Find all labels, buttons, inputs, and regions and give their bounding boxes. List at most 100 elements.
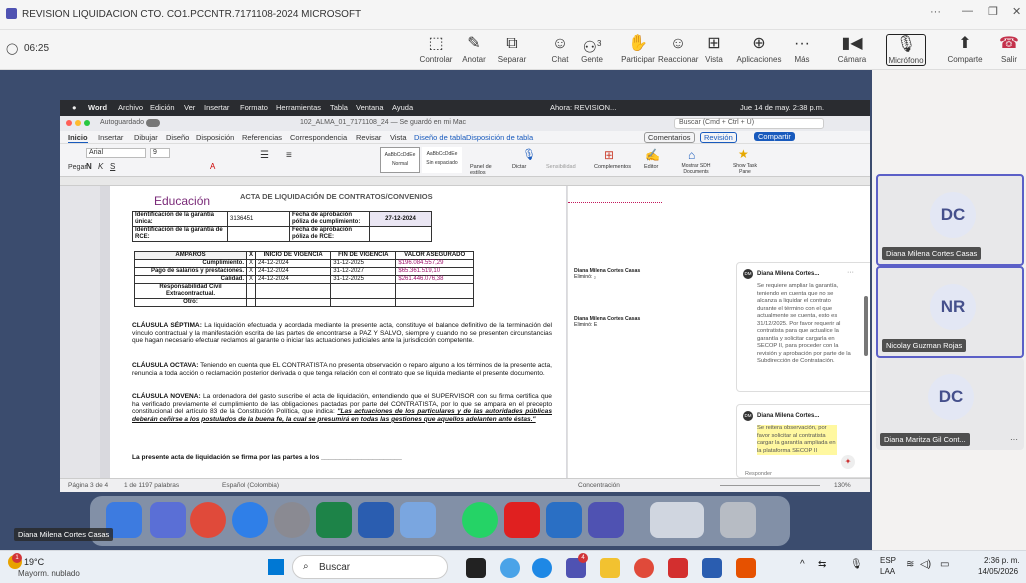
language-indicator[interactable]: Español (Colombia) xyxy=(222,482,279,489)
scrollbar-thumb[interactable] xyxy=(864,296,868,356)
react-button[interactable]: ☺ Reaccionar xyxy=(658,34,698,64)
tab-vista[interactable]: Vista xyxy=(390,133,407,142)
minimize-dot-icon[interactable] xyxy=(75,120,81,126)
taskview-icon[interactable] xyxy=(466,558,486,578)
close-dot-icon[interactable] xyxy=(66,120,72,126)
people-button[interactable]: ⚇3 Gente xyxy=(572,34,612,64)
copilot-icon[interactable]: ✦ xyxy=(841,455,855,469)
restore-icon[interactable]: ❐ xyxy=(988,5,998,18)
align-icon[interactable]: ≡ xyxy=(286,150,292,161)
menu-edicion[interactable]: Edición xyxy=(150,103,175,112)
share-button[interactable]: ⬆ Comparte xyxy=(940,34,990,64)
close-icon[interactable]: ✕ xyxy=(1012,5,1021,18)
word-icon[interactable] xyxy=(358,502,394,538)
annotate-button[interactable]: ✎ Anotar xyxy=(454,34,494,64)
teams-dock-icon[interactable] xyxy=(588,502,624,538)
tab-diseno-tabla[interactable]: Diseño de tabla xyxy=(414,133,466,142)
comments-button[interactable]: Comentarios xyxy=(644,132,695,143)
dictate-button[interactable]: Dictar xyxy=(512,164,526,170)
search-input[interactable]: Buscar (Cmd + Ctrl + U) xyxy=(674,118,824,129)
style-normal[interactable]: AaBbCcDdEe Normal xyxy=(380,147,420,173)
menu-formato[interactable]: Formato xyxy=(240,103,268,112)
page-indicator[interactable]: Página 3 de 4 xyxy=(68,482,108,489)
participant-tile[interactable]: NR Nicolay Guzman Rojas xyxy=(876,266,1024,358)
menu-ayuda[interactable]: Ayuda xyxy=(392,103,413,112)
font-select[interactable]: Arial xyxy=(86,148,146,158)
clock-time[interactable]: 2:36 p. m. xyxy=(984,556,1020,565)
sdh-button[interactable]: Mostrar SDH Documents xyxy=(674,163,718,175)
zoom-slider[interactable] xyxy=(720,485,820,486)
menu-insertar[interactable]: Insertar xyxy=(204,103,229,112)
raise-hand-button[interactable]: ✋ Participar xyxy=(618,34,658,64)
zoom-dot-icon[interactable] xyxy=(84,120,90,126)
lang-layout[interactable]: LAA xyxy=(880,567,895,576)
comment-card-1[interactable]: DM Diana Milena Cortes... ··· Se requier… xyxy=(736,262,870,392)
revision-button[interactable]: Revisión xyxy=(700,132,737,143)
tab-referencias[interactable]: Referencias xyxy=(242,133,282,142)
focus-button[interactable]: Concentración xyxy=(578,482,620,489)
taskpane-button[interactable]: Show Task Pane xyxy=(728,163,762,175)
tab-revisar[interactable]: Revisar xyxy=(356,133,381,142)
mic-tray-icon[interactable]: 🎙 xyxy=(850,559,863,570)
menu-archivo[interactable]: Archivo xyxy=(118,103,143,112)
sensitivity-button[interactable]: Sensibilidad xyxy=(546,164,576,170)
menu-tabla[interactable]: Tabla xyxy=(330,103,348,112)
launchpad-icon[interactable] xyxy=(150,502,186,538)
wifi-icon[interactable]: ≋ xyxy=(906,559,914,570)
battery-icon[interactable]: ▭ xyxy=(940,559,949,570)
italic-icon[interactable]: K xyxy=(98,162,103,171)
bullets-icon[interactable]: ☰ xyxy=(260,150,269,161)
autosave-toggle[interactable] xyxy=(146,119,160,127)
menu-herramientas[interactable]: Herramientas xyxy=(276,103,321,112)
font-color-icon[interactable]: A xyxy=(210,162,215,171)
explorer-icon[interactable] xyxy=(600,558,620,578)
addins-button[interactable]: Complementos xyxy=(594,164,631,170)
underline-icon[interactable]: S xyxy=(110,162,115,171)
control-button[interactable]: ⬚ Controlar xyxy=(416,34,456,64)
tab-dibujar[interactable]: Dibujar xyxy=(134,133,158,142)
network-share-icon[interactable]: ⇆ xyxy=(818,559,826,570)
widgets-icon[interactable] xyxy=(500,558,520,578)
word-taskbar-icon[interactable] xyxy=(702,558,722,578)
sap-icon[interactable] xyxy=(546,502,582,538)
app-icon[interactable] xyxy=(400,502,436,538)
edge-icon[interactable] xyxy=(532,558,552,578)
settings-icon[interactable] xyxy=(274,502,310,538)
apps-button[interactable]: ⊕ Aplicaciones xyxy=(734,34,784,64)
share-doc-button[interactable]: Compartir xyxy=(754,132,795,141)
menu-word[interactable]: Word xyxy=(88,103,107,112)
acrobat-icon[interactable] xyxy=(504,502,540,538)
tab-correspondencia[interactable]: Correspondencia xyxy=(290,133,347,142)
safari-icon[interactable] xyxy=(232,502,268,538)
more-button[interactable]: ··· Más xyxy=(782,34,822,64)
tab-insertar[interactable]: Insertar xyxy=(98,133,123,142)
participant-tile[interactable]: DC Diana Maritza Gil Cont... ··· xyxy=(876,358,1024,450)
styles-pane-button[interactable]: Panel de estilos xyxy=(470,164,500,176)
excel-icon[interactable] xyxy=(316,502,352,538)
editor-button[interactable]: Editor xyxy=(644,164,658,170)
more-icon[interactable]: ··· xyxy=(930,6,941,18)
acrobat-taskbar-icon[interactable] xyxy=(668,558,688,578)
camera-button[interactable]: ▮◀ Cámara xyxy=(832,34,872,64)
tab-diseno[interactable]: Diseño xyxy=(166,133,189,142)
tab-inicio[interactable]: Inicio xyxy=(68,133,88,143)
window-preview-icon[interactable] xyxy=(650,502,704,538)
menu-ventana[interactable]: Ventana xyxy=(356,103,384,112)
size-select[interactable]: 9 xyxy=(150,148,170,158)
lang-indicator[interactable]: ESP xyxy=(880,556,896,565)
app-taskbar-icon[interactable] xyxy=(736,558,756,578)
mic-button[interactable]: 🎙 Micrófono xyxy=(886,34,926,66)
chrome-taskbar-icon[interactable] xyxy=(634,558,654,578)
taskbar-search[interactable]: ⌕ Buscar xyxy=(292,555,448,579)
zoom-level[interactable]: 130% xyxy=(834,482,851,489)
comment-menu-icon[interactable]: ··· xyxy=(847,269,854,276)
leave-button[interactable]: ☎ Salir xyxy=(994,34,1024,64)
comment-card-2[interactable]: DM Diana Milena Cortes... Se reitera obs… xyxy=(736,404,870,478)
separate-button[interactable]: ⧉ Separar xyxy=(492,34,532,64)
bold-icon[interactable]: N xyxy=(86,162,92,171)
volume-icon[interactable]: ◁) xyxy=(920,559,931,570)
windows-start-icon[interactable] xyxy=(268,559,284,575)
trash-icon[interactable] xyxy=(720,502,756,538)
reply-input[interactable]: Responder xyxy=(745,471,772,477)
minimize-icon[interactable]: — xyxy=(962,5,973,17)
